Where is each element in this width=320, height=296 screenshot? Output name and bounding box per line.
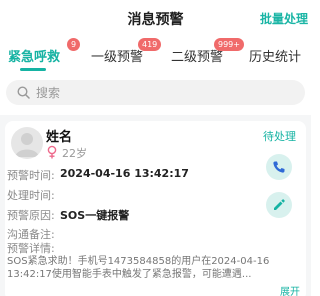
tab-level1-warning[interactable]: 一级预警 — [91, 46, 143, 65]
tab-label: 紧急呼救 — [8, 50, 61, 65]
warning-detail-text: SOS紧急求助！手机号1473584858的用户在2024-04-16 13:4… — [7, 256, 270, 280]
avatar — [11, 127, 43, 159]
avatar-icon — [15, 133, 39, 157]
search-bar[interactable] — [6, 80, 305, 105]
tab-badge-emergency-call: 9 — [67, 38, 81, 51]
alert-card[interactable]: 姓名 22岁 待处理 预警时间: 2024-04-16 13:42:17 处理时… — [5, 121, 306, 296]
reason-label: 预警原因: — [7, 209, 55, 222]
search-input[interactable] — [36, 80, 286, 105]
tab-badge-level2-warning: 999+ — [214, 38, 244, 51]
tab-bar: 紧急呼救 9 一级预警 419 二级预警 999+ 历史统计 — [0, 36, 311, 72]
tab-history-stats[interactable]: 历史统计 — [249, 46, 301, 65]
handle-time-label: 处理时间: — [7, 189, 55, 202]
header: 消息预警 批量处理 — [0, 0, 311, 36]
active-tab-indicator — [20, 68, 46, 71]
warning-time-value: 2024-04-16 13:42:17 — [60, 167, 189, 180]
tab-label: 一级预警 — [91, 50, 144, 65]
detail-label: 预警详情: — [7, 242, 55, 255]
tab-label: 历史统计 — [249, 50, 302, 65]
tab-emergency-call[interactable]: 紧急呼救 — [8, 46, 60, 65]
tab-label: 二级预警 — [171, 50, 224, 65]
edit-icon — [274, 199, 285, 210]
search-icon — [17, 86, 30, 99]
user-name: 姓名 — [46, 130, 73, 145]
expand-link[interactable]: 展开 — [280, 283, 300, 296]
edit-button[interactable] — [266, 192, 292, 218]
female-icon — [47, 145, 57, 159]
tab-badge-level1-warning: 419 — [138, 38, 162, 51]
status-badge: 待处理 — [263, 130, 296, 143]
batch-process-button[interactable]: 批量处理 — [260, 10, 308, 27]
call-button[interactable] — [266, 154, 292, 180]
app-screen: 消息预警 批量处理 紧急呼救 9 一级预警 419 二级预警 999+ 历史统计 — [0, 0, 311, 296]
warning-time-label: 预警时间: — [7, 169, 55, 182]
reason-value: SOS一键报警 — [60, 209, 130, 222]
phone-icon — [273, 161, 285, 173]
user-age: 22岁 — [62, 147, 87, 160]
